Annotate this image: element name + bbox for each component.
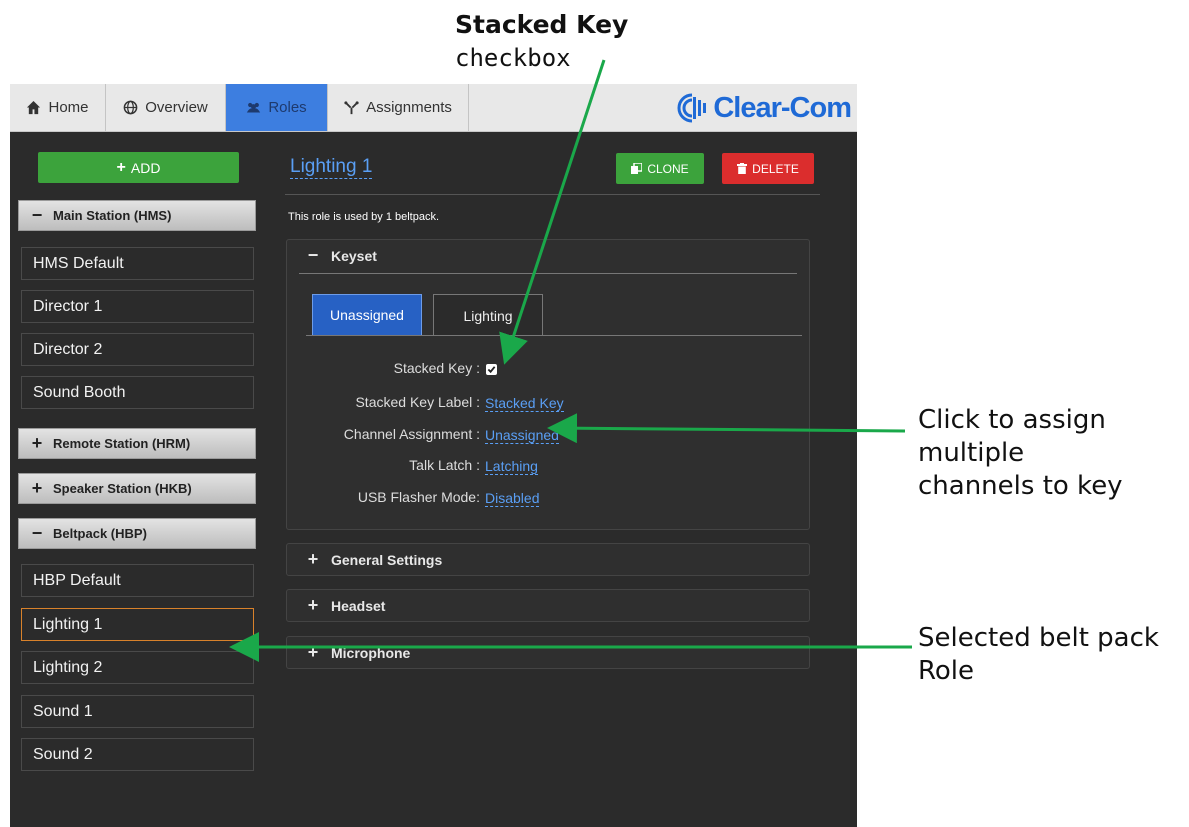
arrow-to-stacked-key-checkbox [499,59,606,365]
annotation-arrows [229,59,912,662]
arrow-to-channel-assignment [547,413,906,444]
